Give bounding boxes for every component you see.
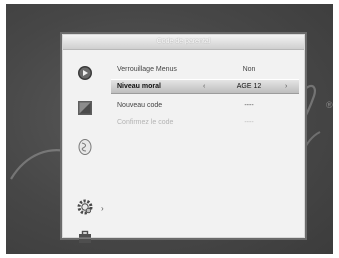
menu-row-moral-level[interactable]: Niveau moral ‹ AGE 12 › xyxy=(111,79,299,94)
menu-row-value: Non xyxy=(242,66,256,73)
window-title: Code de parental xyxy=(63,35,304,50)
globe-icon xyxy=(78,139,92,155)
registered-mark: ® xyxy=(326,100,333,110)
arrow-left-icon[interactable]: ‹ xyxy=(203,80,205,93)
menu-row-label: Niveau moral xyxy=(117,83,161,90)
menu-row-label: Confirmez le code xyxy=(117,119,174,126)
picture-icon xyxy=(78,101,92,115)
tv-screen: ® Code de parental › Verrouillage Menus … xyxy=(6,4,333,254)
selected-item-arrow-icon: › xyxy=(101,204,104,213)
menu-row-value: ---- xyxy=(244,102,254,109)
menu-row-menu-lock[interactable]: Verrouillage Menus Non xyxy=(111,63,299,76)
menu-row-label: Verrouillage Menus xyxy=(117,66,177,73)
sidebar-item-settings[interactable] xyxy=(76,198,94,216)
sidebar-item-media[interactable] xyxy=(76,64,94,82)
settings-gear-icon xyxy=(77,199,93,215)
play-disc-icon xyxy=(78,66,92,80)
sidebar-item-tools[interactable] xyxy=(76,228,94,246)
toolbox-icon xyxy=(79,230,91,243)
menu-content: Verrouillage Menus Non Niveau moral ‹ AG… xyxy=(109,50,304,237)
menu-row-new-code[interactable]: Nouveau code ---- xyxy=(111,99,299,112)
menu-row-value: ---- xyxy=(244,119,254,126)
menu-row-value: AGE 12 xyxy=(236,83,262,90)
menu-sidebar: › xyxy=(63,50,107,243)
sidebar-item-language[interactable] xyxy=(76,138,94,156)
parental-code-window: Code de parental › Verrouillage Menus No… xyxy=(62,34,305,243)
menu-row-confirm-code: Confirmez le code ---- xyxy=(111,116,299,129)
sidebar-item-picture[interactable] xyxy=(76,99,94,117)
arrow-right-icon[interactable]: › xyxy=(285,80,287,93)
menu-row-label: Nouveau code xyxy=(117,102,163,109)
